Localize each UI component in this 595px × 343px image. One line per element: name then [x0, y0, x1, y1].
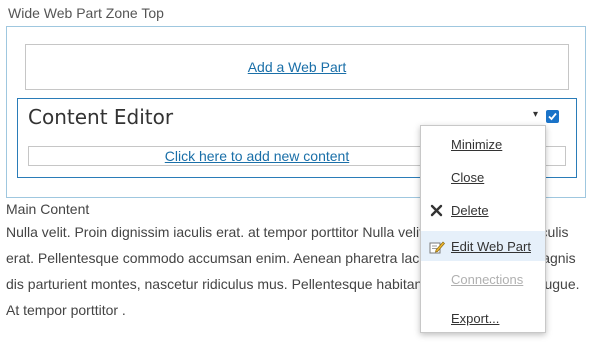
menu-item-connections: Connections — [421, 264, 545, 294]
menu-item-label: Connections — [451, 271, 524, 287]
menu-item-label: Export... — [451, 310, 500, 326]
webpart-menu: Minimize Close Delete Edit Web Part Conn… — [420, 125, 546, 333]
add-new-content-link[interactable]: Click here to add new content — [165, 148, 349, 164]
menu-item-minimize[interactable]: Minimize — [421, 129, 545, 159]
menu-item-label: Edit Web Part — [451, 238, 531, 254]
edit-pencil-icon — [429, 239, 445, 255]
menu-item-close[interactable]: Close — [421, 162, 545, 192]
menu-item-label: Close — [451, 169, 485, 185]
add-web-part-box: Add a Web Part — [25, 44, 569, 90]
menu-item-export[interactable]: Export... — [421, 303, 545, 333]
close-x-icon — [429, 203, 445, 219]
zone-title: Wide Web Part Zone Top — [8, 5, 164, 21]
menu-item-delete[interactable]: Delete — [421, 195, 545, 225]
menu-item-edit-web-part[interactable]: Edit Web Part — [421, 231, 545, 261]
add-web-part-link[interactable]: Add a Web Part — [248, 59, 347, 75]
webpart-select-checkbox[interactable] — [546, 110, 559, 123]
chevron-down-icon[interactable]: ▾ — [533, 110, 538, 120]
main-content-label: Main Content — [6, 201, 90, 217]
menu-item-label: Delete — [451, 202, 489, 218]
webpart-title: Content Editor — [28, 105, 174, 129]
menu-item-label: Minimize — [451, 136, 503, 152]
